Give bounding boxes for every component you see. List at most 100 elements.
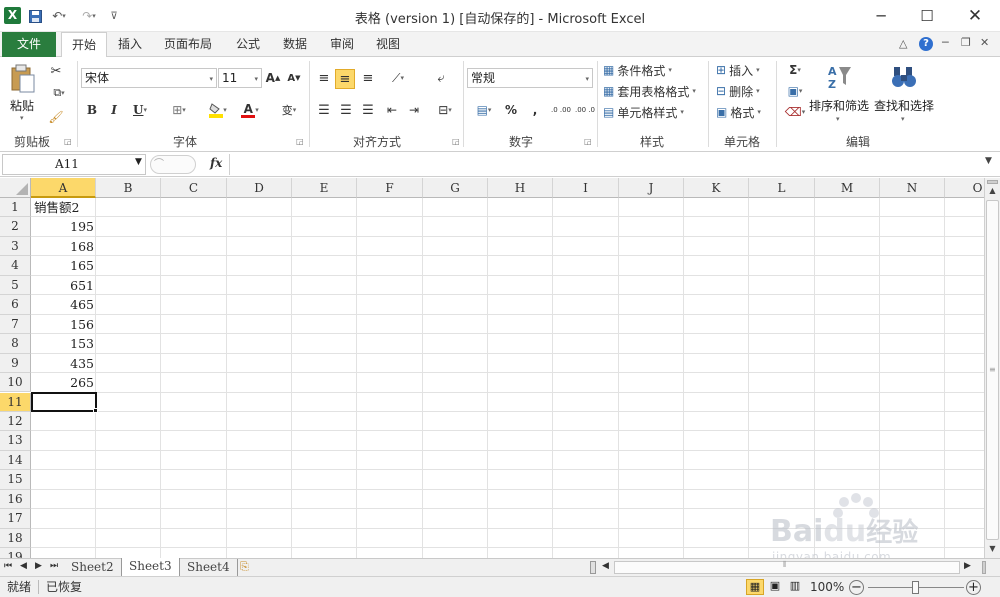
percent-button[interactable]: % (503, 101, 519, 119)
minimize-icon[interactable]: ─ (858, 0, 904, 32)
last-sheet-icon[interactable]: ⏭ (50, 561, 58, 571)
autosum-button[interactable]: Σ ▾ (782, 61, 808, 79)
formula-bar-resize-icon[interactable]: ⌒ (150, 155, 196, 174)
column-header-j[interactable]: J (619, 178, 684, 198)
row-header-16[interactable]: 16 (0, 489, 31, 510)
column-header-e[interactable]: E (292, 178, 357, 198)
cell-a10[interactable]: 265 (31, 373, 94, 392)
formula-input[interactable] (229, 154, 984, 175)
row-header-15[interactable]: 15 (0, 470, 31, 490)
next-sheet-icon[interactable]: ▶ (35, 561, 42, 571)
worksheet-grid[interactable]: ABCDEFGHIJKLMNO 1 2 3 4 5 6 7 8 9 10 11 12 13 14 15 16 1… (0, 178, 984, 558)
column-header-i[interactable]: I (553, 178, 619, 198)
number-format-combo[interactable]: 常规 ▾ (467, 68, 593, 88)
fill-color-icon[interactable]: ▾ (205, 101, 231, 119)
font-name-combo[interactable]: 宋体 ▾ (81, 68, 217, 88)
alignment-launcher-icon[interactable]: ◲ (452, 137, 462, 147)
tab-split-handle[interactable] (590, 561, 596, 574)
cut-icon[interactable]: ✂ (48, 63, 64, 79)
orientation-icon[interactable]: ⟋ ▾ (385, 69, 411, 87)
cell-a8[interactable]: 153 (31, 334, 94, 353)
close-workbook-icon[interactable]: ✕ (980, 36, 989, 49)
grow-font-icon[interactable]: A ▲ (266, 70, 281, 86)
column-header-m[interactable]: M (815, 178, 880, 198)
align-bottom-icon[interactable]: ≡ (359, 69, 377, 87)
align-middle-icon[interactable]: ≡ (335, 69, 355, 89)
scroll-down-icon[interactable]: ▼ (986, 544, 999, 557)
paste-icon[interactable] (10, 64, 36, 94)
page-break-view-icon[interactable]: ▥ (786, 579, 804, 595)
row-header-17[interactable]: 17 (0, 509, 31, 529)
hsplit-box-icon[interactable] (982, 561, 986, 574)
row-header-3[interactable]: 3 (0, 236, 31, 257)
column-header-k[interactable]: K (684, 178, 749, 198)
row-header-5[interactable]: 5 (0, 275, 31, 296)
find-select-button[interactable]: 查找和选择 (874, 97, 934, 114)
zoom-out-icon[interactable]: − (849, 580, 864, 595)
hscroll-left-icon[interactable]: ◀ (602, 561, 609, 571)
column-header-a[interactable]: A (31, 178, 96, 198)
bold-button[interactable]: B (84, 101, 100, 119)
hscroll-right-icon[interactable]: ▶ (964, 561, 971, 571)
column-header-l[interactable]: L (749, 178, 815, 198)
cell-a9[interactable]: 435 (31, 354, 94, 373)
cell-styles-button[interactable]: ▤ 单元格样式 ▾ (603, 103, 684, 121)
row-header-12[interactable]: 12 (0, 411, 31, 432)
increase-indent-icon[interactable]: ⇥ (405, 101, 423, 119)
fill-icon[interactable]: ▣ ▾ (782, 82, 808, 100)
zoom-slider-thumb[interactable] (912, 581, 919, 594)
font-size-dropdown-icon[interactable]: ▾ (254, 70, 258, 88)
tab-review[interactable]: 审阅 (320, 32, 364, 57)
column-header-h[interactable]: H (488, 178, 553, 198)
sort-filter-button[interactable]: 排序和筛选 (809, 97, 869, 114)
horizontal-scrollbar[interactable]: ⦀ (614, 560, 960, 574)
column-header-c[interactable]: C (161, 178, 227, 198)
copy-icon[interactable]: ⧉ ▾ (47, 85, 71, 101)
cell-a6[interactable]: 465 (31, 295, 94, 314)
select-all-button[interactable] (0, 178, 31, 198)
format-cells-button[interactable]: ▣ 格式 ▾ (716, 103, 761, 121)
insert-function-button[interactable]: fx (210, 156, 222, 170)
italic-button[interactable]: I (106, 101, 122, 119)
scroll-thumb[interactable]: ≡ (986, 200, 999, 540)
column-header-o[interactable]: O (945, 178, 984, 198)
zoom-level[interactable]: 100% (810, 577, 844, 597)
merge-center-icon[interactable]: ⊟ ▾ (432, 101, 458, 119)
clipboard-launcher-icon[interactable]: ◲ (64, 137, 74, 147)
borders-icon[interactable]: ⊞ ▾ (166, 101, 192, 119)
increase-decimal-button[interactable]: .0 .00 (550, 101, 572, 119)
zoom-in-icon[interactable]: + (966, 580, 981, 595)
decrease-indent-icon[interactable]: ⇤ (383, 101, 401, 119)
name-box-dropdown-icon[interactable]: ▼ (135, 157, 142, 167)
row-header-13[interactable]: 13 (0, 431, 31, 451)
column-header-b[interactable]: B (96, 178, 161, 198)
first-sheet-icon[interactable]: ⏮ (4, 561, 12, 571)
undo-icon[interactable]: ↶ ▾ (48, 7, 70, 25)
minimize-workbook-icon[interactable]: ─ (942, 36, 949, 49)
find-select-dropdown-icon[interactable]: ▾ (901, 115, 905, 123)
row-header-11[interactable]: 11 (0, 392, 31, 412)
insert-cells-button[interactable]: ⊞ 插入 ▾ (716, 61, 760, 79)
row-header-9[interactable]: 9 (0, 353, 31, 374)
comma-button[interactable]: , (527, 101, 543, 119)
sheet-tab-sheet3[interactable]: Sheet3 (121, 558, 180, 576)
fill-handle[interactable] (93, 408, 98, 413)
sheet-tab-sheet2[interactable]: Sheet2 (64, 559, 122, 576)
normal-view-icon[interactable]: ▦ (746, 579, 764, 595)
cell-a3[interactable]: 168 (31, 237, 94, 256)
cell-a1[interactable]: 销售额2 (34, 198, 79, 217)
column-header-d[interactable]: D (227, 178, 292, 198)
font-size-combo[interactable]: 11 ▾ (218, 68, 262, 88)
row-header-10[interactable]: 10 (0, 373, 31, 393)
tab-file[interactable]: 文件 (2, 32, 56, 57)
column-header-g[interactable]: G (423, 178, 488, 198)
tab-home[interactable]: 开始 (61, 32, 108, 58)
row-header-7[interactable]: 7 (0, 314, 31, 335)
column-header-n[interactable]: N (880, 178, 945, 198)
cell-a7[interactable]: 156 (31, 315, 94, 334)
help-icon[interactable]: ? (919, 37, 933, 51)
restore-workbook-icon[interactable]: ❐ (961, 36, 971, 49)
redo-icon[interactable]: ↷ ▾ (78, 7, 100, 25)
font-launcher-icon[interactable]: ◲ (296, 137, 306, 147)
close-icon[interactable]: ✕ (952, 0, 998, 32)
